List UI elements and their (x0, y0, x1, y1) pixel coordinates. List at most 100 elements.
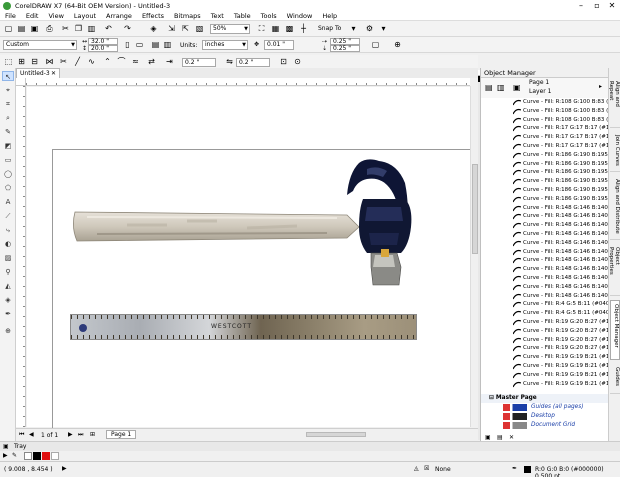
add-tool-icon[interactable]: ⊕ (2, 326, 14, 336)
wooden-ruler-artwork[interactable]: WESTCOTT (70, 314, 417, 340)
object-list-item[interactable]: Curve - Fill: R:186 G:190 B:195 (481, 186, 609, 195)
object-list-item[interactable]: Curve - Fill: R:17 G:17 B:17 (#1 (481, 133, 609, 142)
to-curve-icon[interactable]: ∿ (86, 56, 97, 67)
layer-toggle-icons[interactable] (503, 413, 527, 420)
collapse-icon[interactable]: ⊟ (489, 395, 496, 401)
menu-arrange[interactable]: Arrange (101, 12, 137, 20)
portrait-icon[interactable]: ▯ (122, 39, 133, 50)
object-list-item[interactable]: Curve - Fill: R:186 G:190 B:195 (481, 151, 609, 160)
add-node-icon[interactable]: ⊞ (16, 56, 27, 67)
rectangle-tool-icon[interactable]: ▭ (2, 155, 14, 165)
object-list-item[interactable]: Curve - Fill: R:17 G:17 B:17 (#1 (481, 142, 609, 151)
curve-setting-b-field[interactable]: 0.2 " (236, 58, 270, 67)
connector-tool-icon[interactable]: ⤷ (2, 225, 14, 235)
menu-view[interactable]: View (43, 12, 68, 20)
page-preset-combo[interactable]: Custom ▼ (3, 40, 77, 50)
freehand-tool-icon[interactable]: ✎ (2, 127, 14, 137)
options-gear-icon[interactable]: ⚙ (364, 23, 375, 34)
page-border-icon[interactable]: ▢ (370, 39, 381, 50)
delete-node-icon[interactable]: ⊟ (29, 56, 40, 67)
status-arrow-icon[interactable]: ▶ (62, 465, 67, 472)
menu-table[interactable]: Table (229, 12, 256, 20)
docker-menu-icon[interactable]: ▸ (599, 83, 602, 90)
layer-view-icon[interactable]: ▥ (497, 83, 505, 92)
master-layer-desktop[interactable]: Desktop (481, 412, 609, 421)
master-layer-grid[interactable]: Document Grid (481, 421, 609, 430)
menu-layout[interactable]: Layout (69, 12, 101, 20)
menu-text[interactable]: Text (206, 12, 229, 20)
reflect-icon[interactable]: ⇋ (224, 56, 235, 67)
zoom-tool-icon[interactable]: ⌕ (2, 113, 14, 123)
document-tab[interactable]: Untitled-3 ✕ (16, 68, 60, 78)
object-list-item[interactable]: Curve - Fill: R:148 G:146 B:140 (481, 248, 609, 257)
grid-icon[interactable]: ▩ (284, 23, 295, 34)
extend-curve-icon[interactable]: ⇥ (164, 56, 175, 67)
close-tab-icon[interactable]: ✕ (51, 69, 56, 78)
export-icon[interactable]: ⇱ (180, 23, 191, 34)
master-layer-guides[interactable]: Guides (all pages) (481, 403, 609, 412)
swatch-red[interactable] (42, 452, 50, 460)
smart-fill-tool-icon[interactable]: ◈ (2, 295, 14, 305)
page-tab[interactable]: Page 1 (106, 430, 137, 439)
maximize-button[interactable]: ▫ (590, 0, 604, 11)
search-content-icon[interactable]: ◈ (148, 23, 159, 34)
print-icon[interactable]: ⎙ (44, 23, 55, 34)
polygon-tool-icon[interactable]: ⬠ (2, 183, 14, 193)
minimize-button[interactable]: – (574, 0, 588, 11)
swatch-white[interactable] (51, 452, 59, 460)
horizontal-ruler[interactable] (26, 78, 470, 86)
outline-pen-icon[interactable]: ✒ (2, 309, 14, 319)
hammer-artwork[interactable] (67, 155, 437, 295)
object-list-item[interactable]: Curve - Fill: R:148 G:146 B:140 (481, 265, 609, 274)
object-list-item[interactable]: Curve - Fill: R:19 G:20 B:27 (#1 (481, 344, 609, 353)
duplicate-y-field[interactable]: 0.25 " (330, 45, 360, 52)
node-icon[interactable]: ⬚ (3, 56, 14, 67)
snap-arrow-icon[interactable]: ▾ (348, 23, 359, 34)
object-list-item[interactable]: Curve - Fill: R:108 G:100 B:83 (# (481, 98, 609, 107)
eyedropper-tool-icon[interactable]: ⚲ (2, 267, 14, 277)
ruler-origin[interactable] (16, 78, 26, 86)
launch-icon[interactable]: ▾ (378, 23, 389, 34)
tab-join-curves[interactable]: Join Curves (610, 132, 620, 172)
tab-align-and-distribute[interactable]: Align and Distribute (610, 176, 620, 240)
menu-help[interactable]: Help (317, 12, 342, 20)
menu-bitmaps[interactable]: Bitmaps (169, 12, 206, 20)
all-pages-icon[interactable]: ▤ (150, 39, 161, 50)
vertical-ruler[interactable] (16, 86, 26, 427)
select-all-nodes-icon[interactable]: ⊡ (278, 56, 289, 67)
object-list-item[interactable]: Curve - Fill: R:19 G:19 B:21 (#1 (481, 371, 609, 380)
object-list-item[interactable]: Curve - Fill: R:148 G:146 B:140 (481, 230, 609, 239)
curve-setting-a-field[interactable]: 0.2 " (182, 58, 216, 67)
object-list-item[interactable]: Curve - Fill: R:108 G:100 B:83 (# (481, 107, 609, 116)
text-tool-icon[interactable]: A (2, 197, 14, 207)
to-line-icon[interactable]: ╱ (72, 56, 83, 67)
parallel-dimension-icon[interactable]: ⟋ (2, 211, 14, 221)
object-list-item[interactable]: Curve - Fill: R:19 G:19 B:21 (#1 (481, 353, 609, 362)
tray-collapse-icon[interactable]: ▣ (3, 443, 9, 450)
object-list-item[interactable]: Curve - Fill: R:186 G:190 B:195 (481, 168, 609, 177)
blend-tool-icon[interactable]: ◐ (2, 239, 14, 249)
object-list-item[interactable]: Curve - Fill: R:148 G:146 B:140 (481, 212, 609, 221)
interactive-fill-icon[interactable]: ◭ (2, 281, 14, 291)
prev-page-icon[interactable]: ◀ (29, 431, 34, 438)
tray-label[interactable]: Tray (14, 443, 26, 450)
first-page-icon[interactable]: ⏮ (19, 431, 24, 439)
add-page-icon[interactable]: ⊞ (90, 431, 95, 438)
copy-icon[interactable]: ❐ (73, 23, 84, 34)
drawing-canvas[interactable]: WESTCOTT (27, 87, 470, 439)
transparency-tool-icon[interactable]: ▨ (2, 253, 14, 263)
new-document-icon[interactable]: ▢ (3, 23, 14, 34)
tab-align-and-repeat[interactable]: Align and Repeat (608, 78, 620, 128)
layer-toggle-icons[interactable] (503, 422, 527, 429)
object-list-item[interactable]: Curve - Fill: R:186 G:190 B:195 (481, 195, 609, 204)
layer-toggle-icons[interactable] (503, 404, 527, 411)
new-layer-icon[interactable]: ▣ (485, 434, 491, 441)
zoom-level-combo[interactable]: 50% ▼ (210, 24, 250, 34)
object-list-item[interactable]: Curve - Fill: R:19 G:20 B:27 (#1 (481, 318, 609, 327)
snap-to-dropdown[interactable]: Snap To (318, 25, 341, 32)
save-icon[interactable]: ▣ (29, 23, 40, 34)
last-page-icon[interactable]: ⏭ (78, 431, 83, 439)
object-list-item[interactable]: Curve - Fill: R:19 G:19 B:21 (#1 (481, 362, 609, 371)
object-list-item[interactable]: Curve - Fill: R:148 G:146 B:140 (481, 283, 609, 292)
object-list-item[interactable]: Curve - Fill: R:4 G:5 B:11 (#0405 (481, 309, 609, 318)
